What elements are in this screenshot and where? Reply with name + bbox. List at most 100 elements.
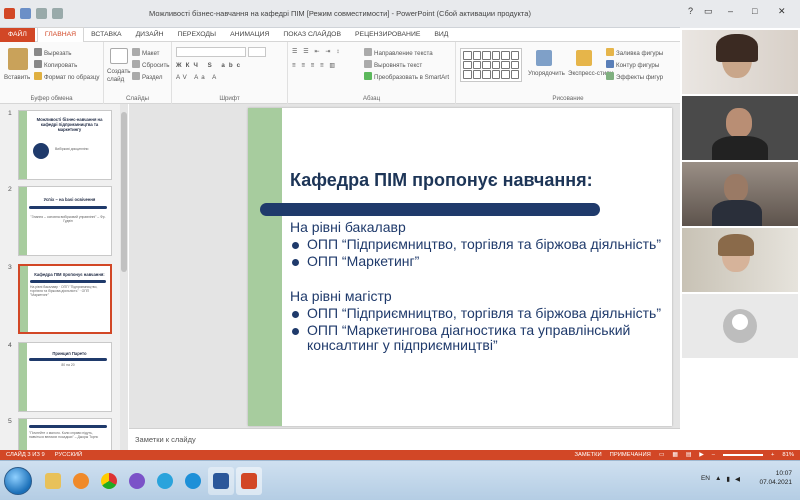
volume-icon[interactable]: ◀ bbox=[735, 475, 740, 483]
tab-home[interactable]: ГЛАВНАЯ bbox=[36, 27, 85, 42]
input-language[interactable]: EN bbox=[701, 475, 710, 483]
tab-review[interactable]: РЕЦЕНЗИРОВАНИЕ bbox=[348, 28, 427, 42]
shape-icon[interactable] bbox=[463, 51, 472, 60]
tab-view[interactable]: ВИД bbox=[427, 28, 455, 42]
taskbar-viber[interactable] bbox=[124, 467, 150, 495]
format-painter-button[interactable]: Формат по образцу bbox=[34, 72, 99, 81]
tab-file[interactable]: ФАЙЛ bbox=[0, 27, 35, 42]
thumbnail-slide[interactable]: Успіх – на basi освічення "Знання – осно… bbox=[18, 186, 112, 256]
participant-video-5[interactable] bbox=[682, 294, 798, 358]
font-format-buttons[interactable]: ЖКЧ S abc bbox=[176, 62, 244, 69]
participant-video-4[interactable] bbox=[682, 228, 798, 292]
shapes-gallery[interactable] bbox=[460, 48, 522, 82]
shape-effects-button[interactable]: Эффекты фигур bbox=[606, 72, 663, 81]
tab-transitions[interactable]: ПЕРЕХОДЫ bbox=[171, 28, 224, 42]
shape-icon[interactable] bbox=[472, 51, 481, 60]
zoom-out-icon[interactable]: – bbox=[712, 450, 715, 460]
align-text-button[interactable]: Выровнять текст bbox=[364, 60, 422, 69]
ribbon-display-icon[interactable]: ▭ bbox=[704, 6, 713, 17]
shape-icon[interactable] bbox=[482, 51, 491, 60]
zoom-level[interactable]: 81% bbox=[782, 450, 794, 460]
participant-video-1[interactable] bbox=[682, 30, 798, 94]
maximize-button[interactable]: □ bbox=[752, 6, 757, 16]
taskbar-explorer[interactable] bbox=[40, 467, 66, 495]
thumbnail-slide[interactable]: Принцип Парето 80 на 20 bbox=[18, 342, 112, 412]
shape-icon[interactable] bbox=[472, 60, 481, 70]
shape-icon[interactable] bbox=[491, 60, 500, 70]
scrollbar-thumb[interactable] bbox=[121, 112, 127, 272]
current-slide[interactable]: Кафедра ПІМ пропонує навчання: На рівні … bbox=[248, 108, 672, 426]
shape-icon[interactable] bbox=[510, 70, 519, 79]
font-size-input[interactable] bbox=[248, 47, 266, 57]
paste-button[interactable]: Вставить bbox=[4, 74, 30, 81]
shape-icon[interactable] bbox=[463, 60, 472, 70]
participant-video-2[interactable] bbox=[682, 96, 798, 160]
shape-icon[interactable] bbox=[501, 70, 510, 79]
tray-up-icon[interactable]: ▲ bbox=[715, 475, 721, 483]
shape-icon[interactable] bbox=[463, 70, 472, 79]
shape-icon[interactable] bbox=[491, 70, 500, 79]
taskbar-powerpoint[interactable] bbox=[236, 467, 262, 495]
cut-button[interactable]: Вырезать bbox=[34, 48, 72, 57]
close-button[interactable]: ✕ bbox=[778, 6, 786, 17]
tab-insert[interactable]: ВСТАВКА bbox=[84, 28, 128, 42]
taskbar-skype[interactable] bbox=[180, 467, 206, 495]
tab-animations[interactable]: АНИМАЦИЯ bbox=[223, 28, 276, 42]
layout-button[interactable]: Макет bbox=[132, 48, 160, 57]
shape-icon[interactable] bbox=[491, 51, 500, 60]
thumbnail-slide[interactable]: Кафедра ПІМ пропонує навчання: На рівні … bbox=[18, 264, 112, 334]
tab-design[interactable]: ДИЗАЙН bbox=[129, 28, 171, 42]
shape-fill-button[interactable]: Заливка фигуры bbox=[606, 48, 663, 57]
new-slide-button[interactable]: Создать слайд bbox=[107, 68, 131, 84]
group-label: Буфер обмена bbox=[30, 95, 73, 102]
shape-icon[interactable] bbox=[510, 60, 519, 70]
view-normal-icon[interactable]: ▭ bbox=[659, 450, 664, 460]
language-indicator[interactable]: РУССКИЙ bbox=[55, 450, 83, 460]
shape-icon[interactable] bbox=[501, 51, 510, 60]
notes-toggle[interactable]: ЗАМЕТКИ bbox=[575, 450, 602, 460]
help-icon[interactable]: ? bbox=[688, 6, 693, 16]
minimize-button[interactable]: – bbox=[728, 6, 733, 16]
paste-icon[interactable] bbox=[8, 48, 28, 70]
font-name-input[interactable] bbox=[176, 47, 246, 57]
reset-button[interactable]: Сбросить bbox=[132, 60, 170, 69]
zoom-in-icon[interactable]: + bbox=[771, 450, 774, 460]
section-button[interactable]: Раздел bbox=[132, 72, 162, 81]
tab-slideshow[interactable]: ПОКАЗ СЛАЙДОВ bbox=[276, 28, 348, 42]
shape-icon[interactable] bbox=[510, 51, 519, 60]
new-slide-icon[interactable] bbox=[110, 48, 128, 64]
shape-icon[interactable] bbox=[482, 70, 491, 79]
slide-body[interactable]: На рівні бакалавр ОПП “Підприємництво, т… bbox=[290, 220, 664, 355]
slide-heading[interactable]: Кафедра ПІМ пропонує навчання: bbox=[290, 170, 593, 191]
taskbar-media[interactable] bbox=[68, 467, 94, 495]
view-sorter-icon[interactable]: ▦ bbox=[672, 450, 677, 460]
smartart-button[interactable]: Преобразовать в SmartArt bbox=[364, 72, 449, 81]
view-slideshow-icon[interactable]: ▶ bbox=[699, 450, 703, 460]
align-buttons[interactable]: ≡ ≡ ≡ ≡ ▥ bbox=[292, 62, 337, 69]
shape-outline-button[interactable]: Контур фигуры bbox=[606, 60, 659, 69]
text-direction-button[interactable]: Направление текста bbox=[364, 48, 433, 57]
zoom-slider[interactable] bbox=[723, 454, 763, 456]
shape-icon[interactable] bbox=[501, 60, 510, 70]
quick-styles-icon[interactable] bbox=[576, 50, 592, 66]
taskbar-word[interactable] bbox=[208, 467, 234, 495]
clock[interactable]: 10:07 07.04.2021 bbox=[759, 469, 792, 487]
shape-icon[interactable] bbox=[482, 60, 491, 70]
thumbnail-slide[interactable]: "Почнейте з малого. Коли справи підуть, … bbox=[18, 418, 112, 450]
participant-video-3[interactable] bbox=[682, 162, 798, 226]
network-icon[interactable]: ▮ bbox=[726, 475, 730, 483]
taskbar-telegram[interactable] bbox=[152, 467, 178, 495]
copy-button[interactable]: Копировать bbox=[34, 60, 77, 69]
thumbnail-slide[interactable]: Можливості бізнес-навчання на кафедрі пі… bbox=[18, 110, 112, 180]
view-reading-icon[interactable]: ▤ bbox=[686, 450, 691, 460]
taskbar-chrome[interactable] bbox=[96, 467, 122, 495]
arrange-button[interactable]: Упорядочить bbox=[528, 70, 565, 77]
thumbnails-scrollbar[interactable] bbox=[120, 104, 128, 450]
shape-icon[interactable] bbox=[472, 70, 481, 79]
comments-toggle[interactable]: ПРИМЕЧАНИЯ bbox=[610, 450, 651, 460]
notes-pane[interactable]: Заметки к слайду bbox=[129, 428, 680, 450]
arrange-icon[interactable] bbox=[536, 50, 552, 66]
list-buttons[interactable]: ☰ ☰ ⇤ ⇥ ↕ bbox=[292, 48, 341, 55]
font-color-buttons[interactable]: AV Aa A bbox=[176, 74, 219, 81]
start-button[interactable] bbox=[4, 467, 32, 495]
